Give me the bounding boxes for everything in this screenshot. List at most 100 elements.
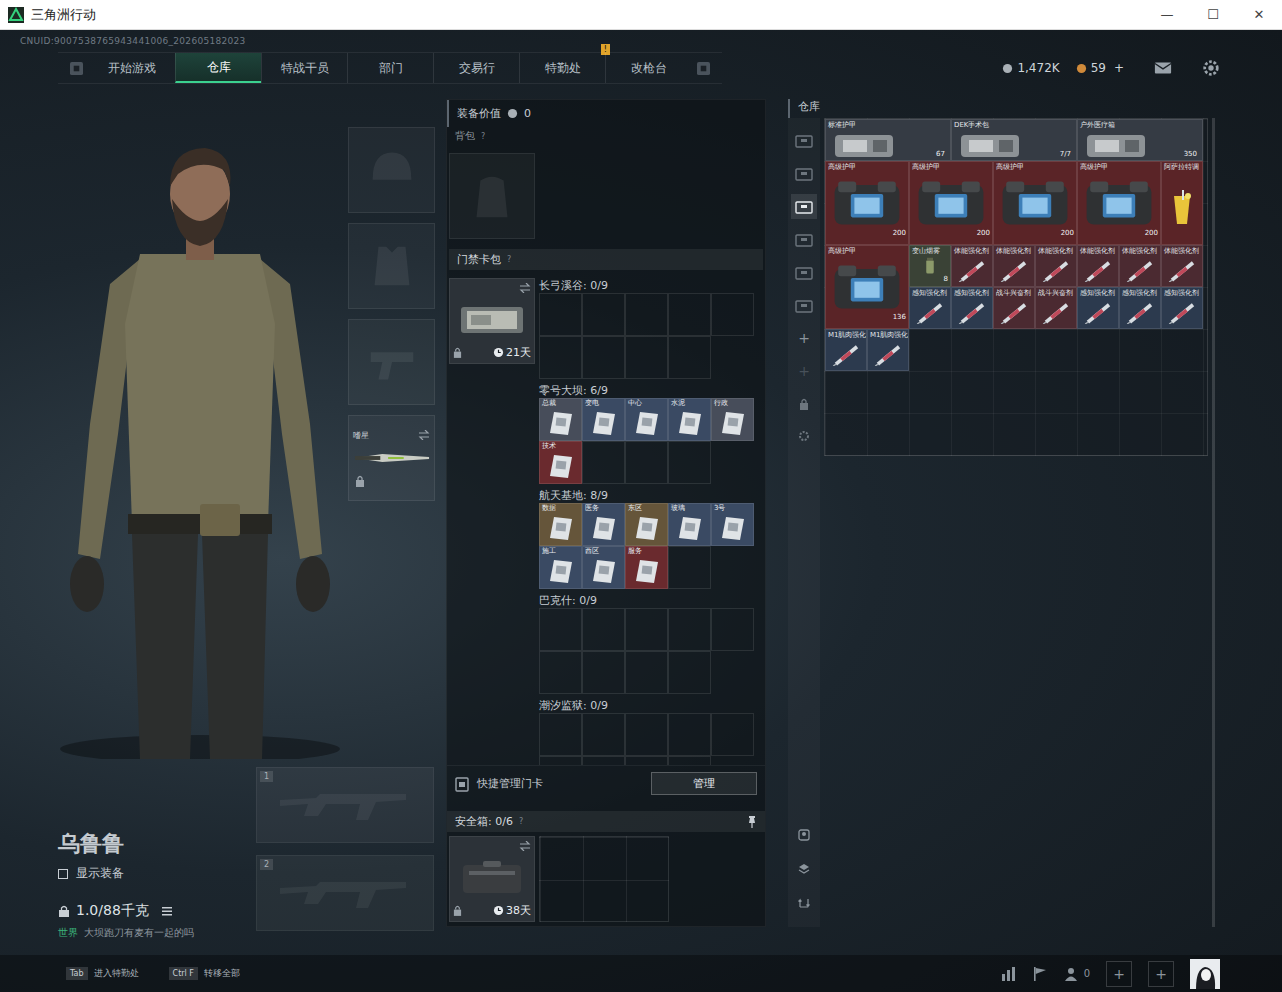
- card-cell[interactable]: [711, 608, 754, 651]
- card-cell[interactable]: [625, 651, 668, 694]
- warehouse-tab[interactable]: [791, 194, 817, 219]
- warehouse-item[interactable]: 体能强化剂: [1035, 245, 1077, 287]
- transfer-icon[interactable]: [798, 897, 810, 909]
- flag-icon[interactable]: [1032, 966, 1048, 982]
- warehouse-item[interactable]: 变山烟雾8: [909, 245, 951, 287]
- warehouse-tab[interactable]: [791, 227, 817, 252]
- nav-tab[interactable]: !特勤处: [519, 53, 605, 83]
- add-tab-button[interactable]: +: [798, 326, 810, 351]
- warehouse-item[interactable]: 体能强化剂: [1077, 245, 1119, 287]
- minimize-button[interactable]: —: [1144, 0, 1190, 29]
- key-hint[interactable]: Tab进入特勤处: [66, 967, 139, 980]
- card-cell[interactable]: [539, 756, 582, 765]
- checkbox[interactable]: [58, 869, 68, 879]
- warehouse-item[interactable]: 高级护甲200: [1077, 161, 1161, 245]
- warehouse-item[interactable]: 高级护甲200: [825, 161, 909, 245]
- card-cell[interactable]: 玻璃: [668, 503, 711, 546]
- safe-case[interactable]: 38天: [449, 836, 535, 922]
- card-cell[interactable]: 医务: [582, 503, 625, 546]
- card-cell[interactable]: [668, 546, 711, 589]
- card-cell[interactable]: [625, 441, 668, 484]
- card-cell[interactable]: 西区: [582, 546, 625, 589]
- maximize-button[interactable]: ☐: [1190, 0, 1236, 29]
- card-cell[interactable]: [582, 336, 625, 379]
- card-cell[interactable]: [539, 293, 582, 336]
- card-cell[interactable]: 技术: [539, 441, 582, 484]
- card-cell[interactable]: [625, 293, 668, 336]
- invite-slot[interactable]: +: [1148, 961, 1174, 987]
- warehouse-item[interactable]: 感知强化剂: [951, 287, 993, 329]
- scrollbar[interactable]: [1212, 118, 1215, 927]
- card-cell[interactable]: [668, 441, 711, 484]
- warehouse-item[interactable]: M1肌肉强化: [867, 329, 909, 371]
- safe-grid[interactable]: [539, 836, 669, 922]
- gear-slot[interactable]: [348, 127, 435, 213]
- card-cell[interactable]: 行政: [711, 398, 754, 441]
- card-cell[interactable]: [625, 756, 668, 765]
- currency[interactable]: 1,472K: [1002, 61, 1059, 75]
- gear-icon[interactable]: [1202, 59, 1220, 77]
- warehouse-item[interactable]: 感知强化剂: [1077, 287, 1119, 329]
- list-icon[interactable]: [161, 905, 173, 917]
- gear-slot[interactable]: [348, 223, 435, 309]
- currency-add[interactable]: +: [1114, 61, 1124, 75]
- card-cell[interactable]: [582, 713, 625, 756]
- swap-icon[interactable]: [418, 430, 430, 440]
- card-cell[interactable]: [582, 608, 625, 651]
- keycard-case[interactable]: 21天: [449, 278, 535, 364]
- lock-icon[interactable]: [798, 398, 810, 410]
- card-cell[interactable]: [539, 608, 582, 651]
- nav-tab[interactable]: 特战干员: [261, 53, 347, 83]
- currency[interactable]: 59+: [1076, 61, 1124, 75]
- card-cell[interactable]: [668, 293, 711, 336]
- mail-icon[interactable]: [1154, 59, 1172, 77]
- warehouse-tab[interactable]: [791, 293, 817, 318]
- card-cell[interactable]: 服务: [625, 546, 668, 589]
- card-cell[interactable]: 数据: [539, 503, 582, 546]
- warehouse-tab[interactable]: [791, 260, 817, 285]
- warehouse-item[interactable]: 感知强化剂: [1119, 287, 1161, 329]
- card-cell[interactable]: [582, 651, 625, 694]
- nav-tab[interactable]: 交易行: [433, 53, 519, 83]
- nav-next-icon[interactable]: [697, 62, 710, 75]
- swap-icon[interactable]: [519, 841, 531, 851]
- card-cell[interactable]: 中心: [625, 398, 668, 441]
- card-cell[interactable]: 变电: [582, 398, 625, 441]
- nav-tab[interactable]: 改枪台: [605, 53, 691, 83]
- card-cell[interactable]: [539, 651, 582, 694]
- warehouse-item[interactable]: 标准护甲67: [825, 119, 951, 161]
- help-mark[interactable]: ?: [507, 255, 511, 264]
- stats-icon[interactable]: [1000, 966, 1016, 982]
- show-gear-toggle[interactable]: 显示装备: [58, 865, 256, 882]
- card-cell[interactable]: 东区: [625, 503, 668, 546]
- warehouse-item[interactable]: 阿萨拉特调: [1161, 161, 1203, 245]
- close-button[interactable]: ✕: [1236, 0, 1282, 29]
- warehouse-item[interactable]: DEK手术包7/7: [951, 119, 1077, 161]
- card-cell[interactable]: [668, 651, 711, 694]
- help-mark[interactable]: ?: [481, 132, 485, 141]
- card-cell[interactable]: [668, 336, 711, 379]
- card-cell[interactable]: [711, 293, 754, 336]
- card-cell[interactable]: [582, 441, 625, 484]
- warehouse-item[interactable]: 体能强化剂: [993, 245, 1035, 287]
- warehouse-item[interactable]: 体能强化剂: [951, 245, 993, 287]
- help-mark[interactable]: ?: [519, 817, 523, 826]
- gear-slot[interactable]: 嗜星: [348, 415, 435, 501]
- warehouse-item[interactable]: 户外医疗箱350: [1077, 119, 1203, 161]
- pin-icon[interactable]: [747, 816, 757, 828]
- warehouse-item[interactable]: 感知强化剂: [1161, 287, 1203, 329]
- gear-slot[interactable]: [348, 319, 435, 405]
- manage-button[interactable]: 管理: [651, 772, 757, 795]
- card-cell[interactable]: [582, 756, 625, 765]
- backpack-slot[interactable]: [449, 153, 535, 239]
- card-cell[interactable]: [625, 713, 668, 756]
- card-cell[interactable]: [539, 713, 582, 756]
- weapon-slot[interactable]: 1: [256, 767, 434, 843]
- warehouse-item[interactable]: 感知强化剂: [909, 287, 951, 329]
- key-hint[interactable]: Ctrl F转移全部: [169, 967, 240, 980]
- sort-icon[interactable]: [798, 829, 810, 841]
- nav-tab[interactable]: 部门: [347, 53, 433, 83]
- warehouse-item[interactable]: M1肌肉强化: [825, 329, 867, 371]
- gear-icon[interactable]: [798, 430, 810, 442]
- warehouse-item[interactable]: 体能强化剂: [1161, 245, 1203, 287]
